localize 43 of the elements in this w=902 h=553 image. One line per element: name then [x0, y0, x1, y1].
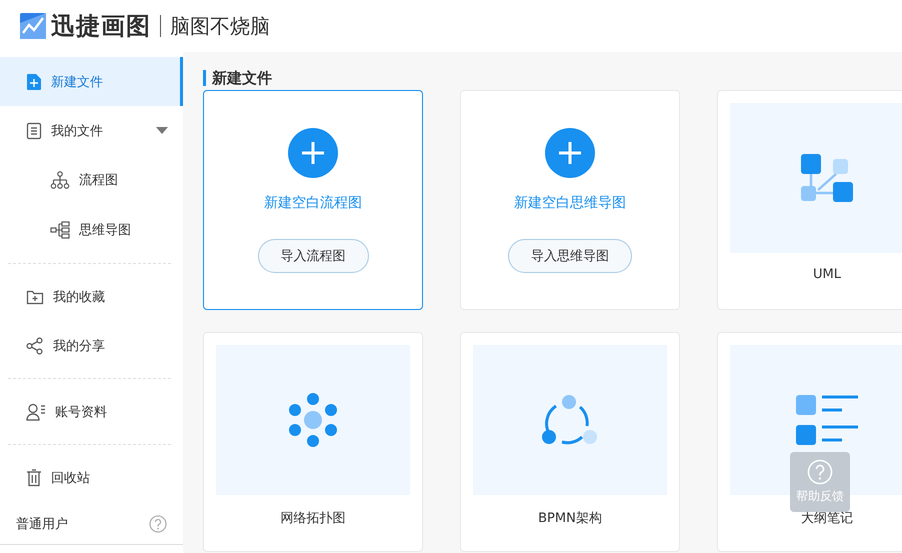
- import-button[interactable]: 导入流程图: [258, 239, 368, 273]
- card-title: 新建空白思维导图: [514, 194, 626, 212]
- sidebar-item[interactable]: 流程图: [0, 155, 183, 205]
- template-card[interactable]: 网络拓扑图: [203, 332, 423, 552]
- sidebar-item[interactable]: 新建文件: [0, 57, 183, 106]
- slogan: 脑图不烧脑: [170, 12, 270, 40]
- sidebar-item[interactable]: 思维导图: [0, 205, 183, 255]
- mind-map-icon: [50, 221, 70, 239]
- folder-plus-icon: [26, 288, 44, 304]
- section-title: 新建文件: [203, 70, 902, 86]
- create-card[interactable]: 新建空白思维导图 导入思维导图: [460, 90, 680, 310]
- caret-icon: [156, 126, 168, 134]
- sidebar-item[interactable]: 我的分享: [0, 321, 183, 370]
- card-label: UML: [813, 267, 841, 282]
- sidebar-item[interactable]: 账号资料: [0, 387, 183, 436]
- user-level: 普通用户: [16, 516, 68, 533]
- sidebar-item[interactable]: 我的文件: [0, 106, 183, 155]
- sidebar-item[interactable]: 我的收藏: [0, 272, 183, 321]
- brand-name: 迅捷画图: [51, 11, 151, 42]
- trash-icon: [26, 468, 42, 486]
- logo-icon: [20, 13, 46, 39]
- share-icon: [26, 336, 44, 354]
- help-icon: [807, 459, 833, 485]
- network-nodes-icon: [286, 393, 340, 447]
- add-icon: [545, 128, 595, 178]
- new-file-icon: [26, 72, 42, 90]
- create-card[interactable]: 新建空白流程图 导入流程图: [203, 90, 423, 310]
- template-card[interactable]: BPMN架构: [460, 332, 680, 552]
- card-label: 大纲笔记: [801, 510, 853, 527]
- cycle-diagram-icon: [542, 395, 598, 445]
- outline-list-icon: [796, 395, 858, 445]
- import-button[interactable]: 导入思维导图: [508, 239, 632, 273]
- org-chart-icon: [50, 171, 70, 189]
- user-icon: [26, 402, 46, 420]
- uml-diagram-icon: [801, 154, 853, 202]
- add-icon: [288, 128, 338, 178]
- card-label: BPMN架构: [538, 510, 602, 527]
- document-icon: [26, 122, 42, 140]
- help-icon: [149, 515, 167, 533]
- template-card[interactable]: UML: [717, 90, 902, 310]
- card-title: 新建空白流程图: [264, 194, 362, 212]
- sidebar-item[interactable]: 回收站: [0, 453, 183, 502]
- card-label: 网络拓扑图: [280, 510, 346, 527]
